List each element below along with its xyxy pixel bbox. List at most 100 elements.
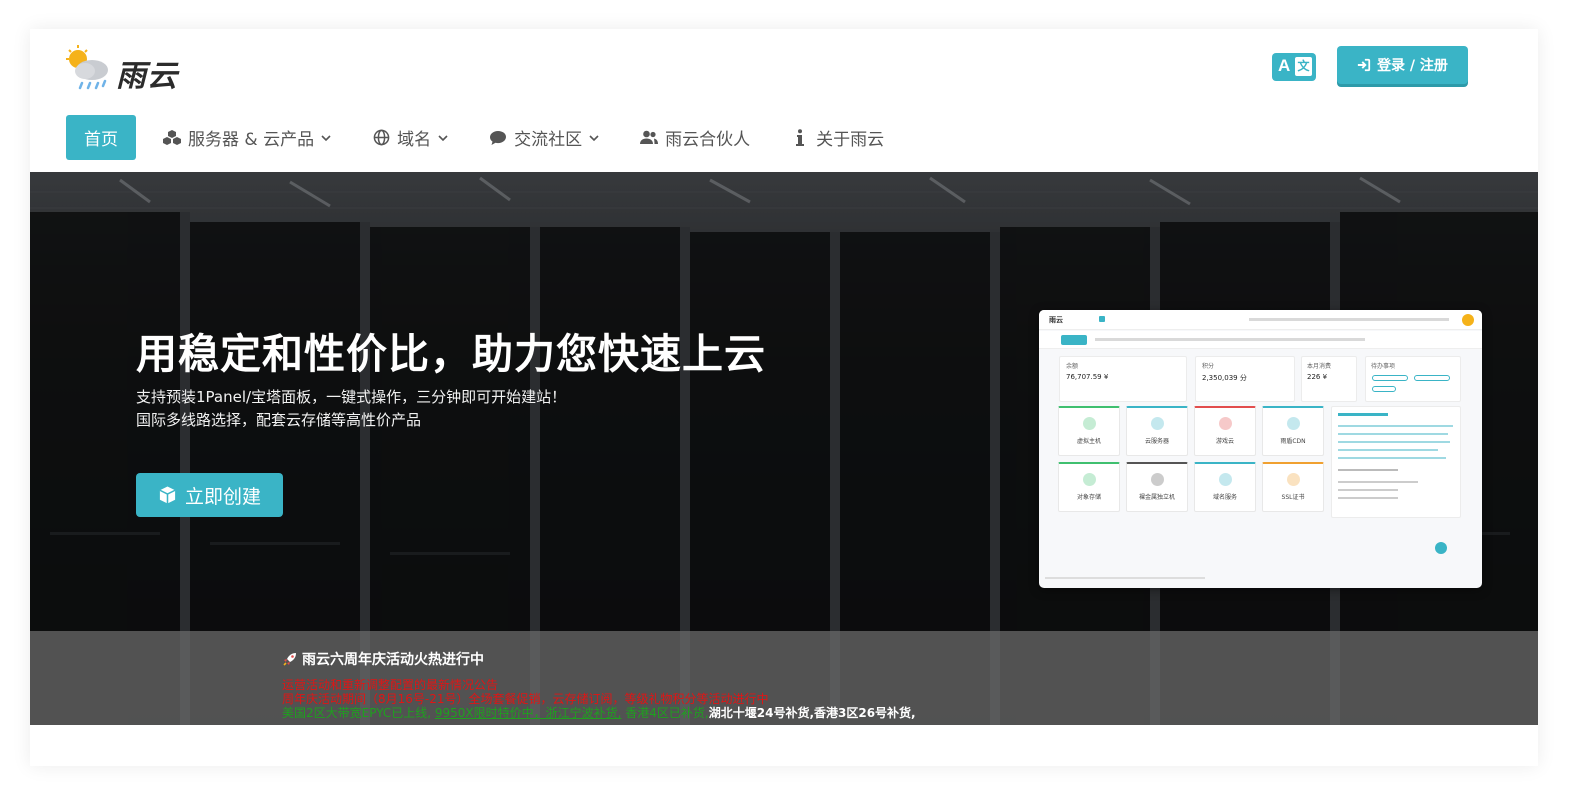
chevron-down-icon (438, 134, 448, 141)
preview-news-line (1338, 497, 1398, 499)
preview-chat-icon (1435, 542, 1447, 554)
preview-nav-active (1061, 335, 1087, 345)
announcement-title-text: 雨云六周年庆活动火热进行中 (302, 652, 484, 668)
preview-todo-card: 待办事项 (1365, 356, 1461, 402)
preview-footer (1045, 577, 1205, 579)
hero-title: 用稳定和性价比，助力您快速上云 (136, 330, 766, 378)
users-icon (640, 129, 659, 147)
page-container: 雨云 A 文 登录 / 注册 首页 服务器 & 云产品 域名 交流社区 雨云合伙… (30, 29, 1538, 766)
announcement-bar: 雨云六周年庆活动火热进行中 运营活动和重新调整配置的最新情况公告 周年庆活动期间… (30, 631, 1538, 725)
preview-stat-label: 积分 (1202, 363, 1215, 370)
nav-label: 域名 (397, 130, 432, 150)
preview-news-line (1338, 489, 1398, 491)
preview-product-tile: 域名服务 (1194, 462, 1256, 512)
dashboard-preview-image: 雨云 余额 76,707.59 ¥ 积分 2,350,039 分 本月消费 22… (1039, 310, 1482, 588)
preview-tile-label: 云服务器 (1144, 438, 1169, 445)
announcement-link[interactable]: 9950X限时特价中，浙江宁波补货, (435, 706, 622, 720)
preview-news-tabs (1338, 413, 1388, 416)
preview-product-tile: 虚拟主机 (1058, 406, 1120, 456)
announcement-title: 雨云六周年庆活动火热进行中 (282, 649, 484, 669)
nav-label: 关于雨云 (816, 130, 885, 150)
info-icon (791, 129, 809, 147)
preview-tile-icon (1219, 473, 1232, 486)
nav-item-home[interactable]: 首页 (66, 115, 136, 160)
announcement-segment: 湖北十堰24号补货,香港3区26号补货, (708, 706, 916, 720)
preview-news-line (1338, 449, 1438, 451)
preview-nav (1039, 331, 1482, 349)
preview-todo-tag (1372, 375, 1408, 381)
preview-product-tile: 游戏云 (1194, 406, 1256, 456)
preview-product-tile: 对象存储 (1058, 462, 1120, 512)
chevron-down-icon (321, 134, 331, 141)
preview-tile-label: 对象存储 (1076, 494, 1101, 501)
hero-subtitle: 支持预装1Panel/宝塔面板，一键式操作，三分钟即可开始建站！ 国际多线路选择… (136, 386, 566, 432)
preview-news-panel (1331, 406, 1461, 518)
sign-in-icon (1357, 58, 1371, 72)
nav-label: 首页 (84, 130, 118, 150)
preview-stat-card: 余额 76,707.59 ¥ (1059, 356, 1187, 402)
preview-news-line (1338, 469, 1398, 471)
preview-stat-value: 76,707.59 ¥ (1066, 373, 1109, 381)
rocket-icon (283, 653, 296, 666)
translate-icon: A (1278, 56, 1291, 75)
preview-logo: 雨云 (1049, 316, 1063, 324)
hero-banner: 用稳定和性价比，助力您快速上云 支持预装1Panel/宝塔面板，一键式操作，三分… (30, 172, 1538, 725)
announcement-lines: 运营活动和重新调整配置的最新情况公告 周年庆活动期间（8月16号-21号）全场套… (282, 678, 916, 720)
preview-tile-icon (1083, 473, 1096, 486)
language-switch-button[interactable]: A 文 (1272, 53, 1316, 81)
preview-stat-label: 余额 (1066, 363, 1079, 370)
preview-tile-icon (1151, 473, 1164, 486)
preview-tile-label: 雨盾CDN (1280, 438, 1306, 445)
announcement-segment: 美国2区大带宽EPYC已上线, (282, 706, 432, 720)
nav-item-servers[interactable]: 服务器 & 云产品 (149, 115, 345, 160)
preview-stat-card: 本月消费 226 ¥ (1301, 356, 1357, 402)
nav-item-about[interactable]: 关于雨云 (777, 115, 898, 160)
nav-label: 雨云合伙人 (665, 130, 751, 150)
nav-item-community[interactable]: 交流社区 (475, 115, 613, 160)
nav-item-domains[interactable]: 域名 (358, 115, 462, 160)
preview-tile-icon (1219, 417, 1232, 430)
announcement-line[interactable]: 周年庆活动期间（8月16号-21号）全场套餐促销，云存储订阅，等级礼物积分等活动… (282, 692, 916, 706)
chinese-glyph-icon: 文 (1295, 57, 1312, 76)
preview-stat-value: 226 ¥ (1307, 373, 1328, 381)
preview-tile-icon (1287, 417, 1300, 430)
login-register-label: 登录 / 注册 (1377, 58, 1448, 74)
brand-name: 雨云 (116, 59, 178, 94)
nav-item-partner[interactable]: 雨云合伙人 (626, 115, 764, 160)
preview-badge (1099, 316, 1105, 322)
cube-icon (159, 486, 176, 504)
brand-logo[interactable]: 雨云 (64, 43, 204, 94)
preview-news-line (1338, 425, 1453, 427)
preview-top-links (1249, 318, 1449, 321)
preview-news-line (1338, 441, 1450, 443)
preview-todo-tag (1414, 375, 1450, 381)
logo-sun-cloud-icon (66, 45, 108, 90)
comment-icon (489, 129, 507, 147)
preview-tile-icon (1083, 417, 1096, 430)
nav-label: 服务器 & 云产品 (188, 130, 315, 150)
preview-tile-label: 游戏云 (1215, 438, 1234, 445)
hero-subtitle-line: 支持预装1Panel/宝塔面板，一键式操作，三分钟即可开始建站！ (136, 388, 567, 406)
preview-avatar (1462, 314, 1474, 326)
main-nav: 首页 服务器 & 云产品 域名 交流社区 雨云合伙人 关于雨云 (66, 115, 911, 160)
preview-product-tile: 裸金属独立机 (1126, 462, 1188, 512)
preview-tile-icon (1151, 417, 1164, 430)
globe-icon (372, 129, 390, 147)
preview-tile-icon (1287, 473, 1300, 486)
hero-subtitle-line: 国际多线路选择，配套云存储等高性价产品 (136, 411, 422, 429)
preview-tile-label: SSL证书 (1281, 494, 1305, 501)
nav-label: 交流社区 (514, 130, 583, 150)
preview-news-line (1338, 433, 1448, 435)
announcement-line: 美国2区大带宽EPYC已上线, 9950X限时特价中，浙江宁波补货, 香港4区已… (282, 706, 916, 720)
preview-news-line (1338, 457, 1446, 459)
preview-nav-links (1095, 338, 1365, 341)
chevron-down-icon (589, 134, 599, 141)
preview-tile-label: 裸金属独立机 (1138, 494, 1175, 501)
preview-news-line (1338, 481, 1418, 483)
create-now-button[interactable]: 立即创建 (136, 473, 283, 517)
login-register-button[interactable]: 登录 / 注册 (1337, 46, 1468, 84)
announcement-line[interactable]: 运营活动和重新调整配置的最新情况公告 (282, 678, 916, 692)
preview-product-tile: 雨盾CDN (1262, 406, 1324, 456)
preview-stat-label: 待办事项 (1371, 363, 1396, 370)
preview-stat-label: 本月消费 (1307, 363, 1332, 370)
